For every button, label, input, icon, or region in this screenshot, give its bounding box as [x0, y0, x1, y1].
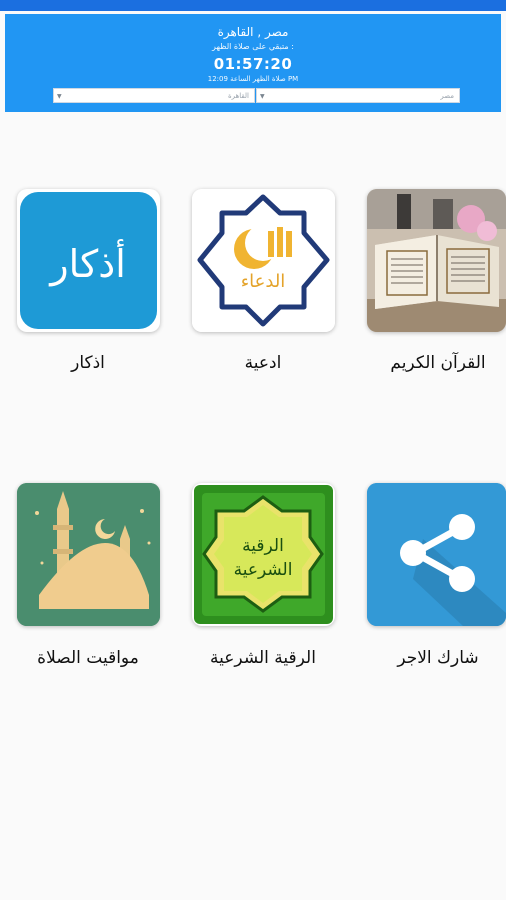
prayer-time-panel: مصر , القاهرة متبقي على صلاة الظهر : 01:…	[5, 14, 501, 112]
method-select[interactable]: ▼ مصر	[256, 88, 460, 103]
dua-icon-text: الدعاء	[241, 271, 286, 292]
city-select[interactable]: ▼ القاهرة	[53, 88, 255, 103]
dua-tile[interactable]: الدعاء	[192, 189, 335, 332]
ruqyah-tile[interactable]: الرقية الشرعية	[192, 483, 335, 626]
mosque-tile[interactable]	[17, 483, 160, 626]
quran-book-icon	[367, 189, 506, 332]
quran-tile[interactable]	[367, 189, 506, 332]
ruqyah-label[interactable]: الرقية الشرعية	[178, 648, 348, 668]
chevron-down-icon: ▼	[57, 93, 62, 100]
ruqyah-icon: الرقية الشرعية	[194, 485, 333, 624]
azkar-tile[interactable]: أذكار	[17, 189, 160, 332]
dua-icon: الدعاء	[192, 189, 335, 332]
share-label[interactable]: شارك الاجر	[353, 648, 506, 668]
azkar-icon: أذكار	[20, 192, 157, 329]
share-icon	[367, 483, 506, 626]
share-tile[interactable]	[367, 483, 506, 626]
status-bar	[0, 0, 506, 11]
method-select-value: مصر	[440, 92, 454, 100]
dua-label[interactable]: ادعية	[178, 353, 348, 373]
location-text: مصر , القاهرة	[217, 25, 289, 39]
remaining-label: متبقي على صلاة الظهر :	[212, 42, 294, 51]
quran-label[interactable]: القرآن الكريم	[353, 353, 506, 373]
chevron-down-icon: ▼	[260, 93, 265, 100]
prayer-times-label[interactable]: مواقيت الصلاة	[3, 648, 173, 668]
city-select-value: القاهرة	[228, 92, 249, 100]
next-prayer-text: صلاة الظهر الساعة 12:09 PM	[207, 75, 299, 83]
mosque-icon	[17, 483, 160, 626]
azkar-label[interactable]: اذكار	[3, 353, 173, 373]
ruqyah-icon-text: الرقية	[242, 536, 284, 556]
ruqyah-icon-text-2: الشرعية	[234, 560, 293, 580]
azkar-icon-text: أذكار	[48, 239, 126, 286]
countdown-timer: 01:57:20	[213, 55, 293, 73]
